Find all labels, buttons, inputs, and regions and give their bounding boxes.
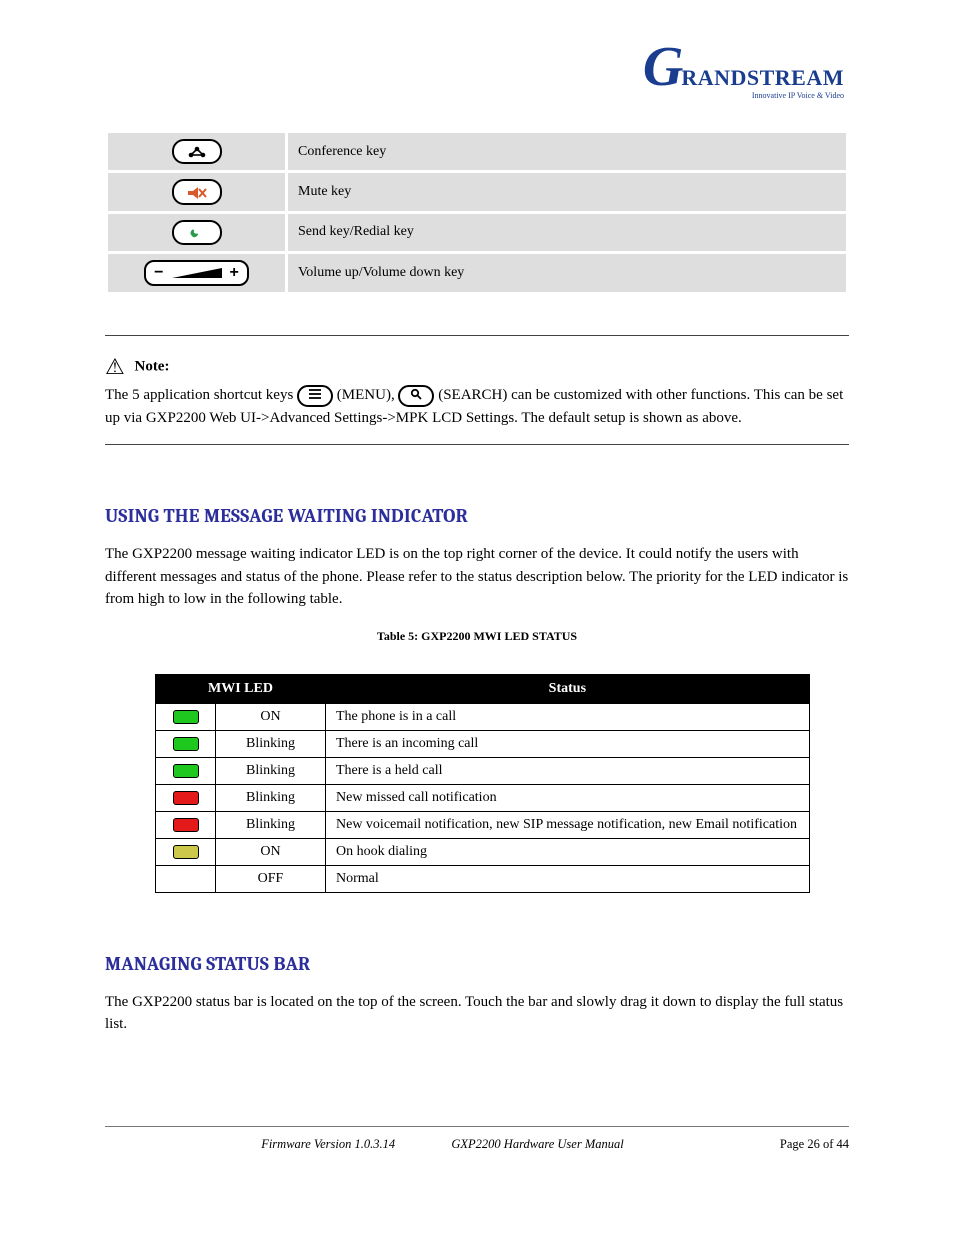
- mwi-pattern: Blinking: [216, 730, 326, 757]
- divider: [105, 335, 849, 336]
- table-row: Conference key: [107, 132, 848, 172]
- note-text-2: (MENU),: [337, 387, 399, 403]
- key-icon-cell: [107, 132, 287, 172]
- wedge-icon: [172, 268, 222, 278]
- led-green-icon: [173, 710, 199, 724]
- mwi-status: The phone is in a call: [326, 703, 810, 730]
- brand-logo: GRANDSTREAM Innovative IP Voice & Video: [643, 48, 844, 100]
- note-text-1: The 5 application shortcut keys: [105, 387, 297, 403]
- table-row: Blinking New voicemail notification, new…: [156, 811, 810, 838]
- key-desc-cell: Volume up/Volume down key: [287, 252, 848, 293]
- mwi-header-status: Status: [326, 674, 810, 703]
- key-icon-cell: − +: [107, 252, 287, 293]
- hardware-keys-table: Conference key Mute key: [105, 130, 849, 295]
- table-row: Send key/Redial key: [107, 212, 848, 252]
- table-row: Blinking New missed call notification: [156, 784, 810, 811]
- mwi-pattern: OFF: [216, 865, 326, 892]
- table-row: Blinking There is an incoming call: [156, 730, 810, 757]
- divider: [105, 444, 849, 445]
- footer-firmware: Firmware Version 1.0.3.14: [261, 1137, 395, 1151]
- note-block: ⚠ Note: The 5 application shortcut keys …: [105, 350, 849, 431]
- mwi-status: There is a held call: [326, 757, 810, 784]
- mwi-intro: The GXP2200 message waiting indicator LE…: [105, 543, 849, 611]
- table-row: ON The phone is in a call: [156, 703, 810, 730]
- mwi-pattern: ON: [216, 838, 326, 865]
- table-row: Blinking There is a held call: [156, 757, 810, 784]
- mwi-pattern: Blinking: [216, 811, 326, 838]
- mute-icon: [172, 179, 222, 204]
- table-row: Mute key: [107, 172, 848, 212]
- mwi-pattern: Blinking: [216, 784, 326, 811]
- led-green-icon: [173, 764, 199, 778]
- footer-title: GXP2200 Hardware User Manual: [451, 1137, 623, 1151]
- key-desc-cell: Mute key: [287, 172, 848, 212]
- note-label: Note:: [134, 358, 169, 374]
- led-red-icon: [173, 791, 199, 805]
- statusbar-body: The GXP2200 status bar is located on the…: [105, 991, 849, 1036]
- led-green-icon: [173, 737, 199, 751]
- key-desc-cell: Send key/Redial key: [287, 212, 848, 252]
- mwi-status: Normal: [326, 865, 810, 892]
- logo-script-g: G: [643, 36, 681, 98]
- mwi-table: MWI LED Status ON The phone is in a call…: [155, 674, 810, 893]
- section-heading-mwi: USING THE MESSAGE WAITING INDICATOR: [105, 505, 849, 527]
- menu-key-icon: [297, 385, 333, 407]
- key-icon-cell: [107, 212, 287, 252]
- table-row: − + Volume up/Volume down key: [107, 252, 848, 293]
- plus-icon: +: [226, 264, 243, 282]
- mwi-pattern: ON: [216, 703, 326, 730]
- minus-icon: −: [150, 264, 167, 282]
- logo-word: RANDSTREAM: [681, 65, 844, 90]
- send-redial-icon: [172, 220, 222, 245]
- mwi-pattern: Blinking: [216, 757, 326, 784]
- footer-page: Page 26 of 44: [780, 1137, 849, 1152]
- volume-icon: − +: [144, 260, 249, 286]
- led-red-icon: [173, 818, 199, 832]
- key-desc-cell: Conference key: [287, 132, 848, 172]
- section-heading-statusbar: MANAGING STATUS BAR: [105, 953, 849, 975]
- mwi-table-caption: Table 5: GXP2200 MWI LED STATUS: [105, 629, 849, 644]
- note-body: The 5 application shortcut keys (MENU), …: [105, 384, 849, 431]
- mwi-status: New missed call notification: [326, 784, 810, 811]
- search-key-icon: [398, 385, 434, 407]
- table-row: OFF Normal: [156, 865, 810, 892]
- mwi-status: New voicemail notification, new SIP mess…: [326, 811, 810, 838]
- warning-icon: ⚠: [105, 354, 125, 379]
- conference-icon: [172, 139, 222, 164]
- led-amber-icon: [173, 845, 199, 859]
- key-icon-cell: [107, 172, 287, 212]
- mwi-header-led: MWI LED: [156, 674, 326, 703]
- table-row: ON On hook dialing: [156, 838, 810, 865]
- page-footer: Firmware Version 1.0.3.14 GXP2200 Hardwa…: [105, 1126, 849, 1152]
- mwi-status: There is an incoming call: [326, 730, 810, 757]
- mwi-status: On hook dialing: [326, 838, 810, 865]
